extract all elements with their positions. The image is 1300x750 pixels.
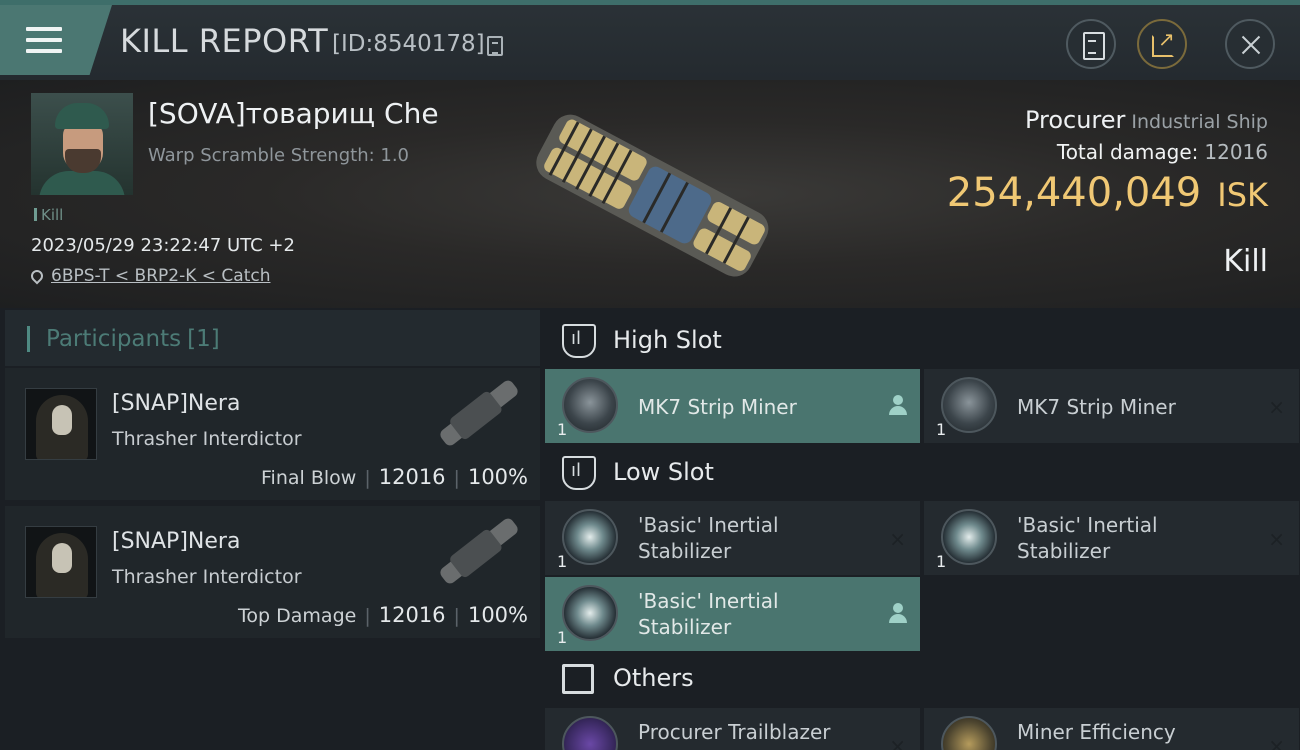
- participant-stats: Final Blow | 12016 | 100%: [261, 465, 528, 489]
- participant-ship-image: [440, 518, 518, 584]
- module-item[interactable]: 1 'Basic' Inertial Stabilizer ×: [545, 501, 920, 575]
- participant-row[interactable]: [SNAP]Nera Thrasher Interdictor Final Bl…: [5, 368, 540, 500]
- destroyed-icon: ×: [889, 734, 906, 750]
- module-quantity: 1: [557, 628, 568, 647]
- module-name: Procurer Trailblazer: [638, 720, 831, 744]
- participant-damage: 12016: [378, 465, 446, 489]
- victim-avatar[interactable]: [31, 93, 133, 195]
- others-label: Others: [613, 664, 694, 692]
- total-damage: Total damage: 12016: [1057, 140, 1268, 164]
- participants-header[interactable]: Participants [1]: [5, 310, 540, 366]
- destroyed-icon: ×: [1268, 734, 1285, 750]
- strip-miner-icon: [941, 377, 997, 433]
- inertial-stabilizer-icon: [562, 509, 618, 565]
- module-item[interactable]: 1 MK7 Strip Miner: [545, 369, 920, 443]
- destroyed-icon: ×: [889, 527, 906, 551]
- module-name: 'Basic' Inertial Stabilizer: [638, 513, 779, 563]
- high-slot-icon: [562, 324, 596, 358]
- participant-damage: 12016: [378, 603, 446, 627]
- participant-role: Top Damage: [238, 605, 357, 627]
- participant-ship-image: [440, 380, 518, 446]
- isk-amount: 254,440,049: [946, 170, 1202, 216]
- total-damage-label: Total damage:: [1056, 140, 1199, 164]
- participant-role: Final Blow: [261, 467, 357, 489]
- high-slot-header: High Slot: [548, 312, 1300, 374]
- kill-type: Kill: [1223, 244, 1268, 279]
- participant-avatar[interactable]: [25, 388, 97, 460]
- module-quantity: 1: [936, 552, 947, 571]
- ship-render-image: [536, 114, 769, 277]
- kill-location[interactable]: 6BPS-T < BRP2-K < Catch: [28, 266, 270, 286]
- module-item[interactable]: Miner Efficiency ×: [924, 708, 1299, 750]
- inertial-stabilizer-icon: [562, 585, 618, 641]
- high-slot-label: High Slot: [613, 326, 722, 354]
- others-header: Others: [548, 650, 1300, 712]
- destroyed-icon: ×: [1268, 395, 1285, 419]
- module-quantity: 1: [557, 420, 568, 439]
- module-name: MK7 Strip Miner: [1017, 395, 1176, 419]
- total-damage-value: 12016: [1204, 140, 1268, 164]
- share-button[interactable]: [1137, 19, 1187, 69]
- participant-row[interactable]: [SNAP]Nera Thrasher Interdictor Top Dama…: [5, 506, 540, 638]
- copy-icon[interactable]: [487, 36, 503, 56]
- kill-tag: Kill: [34, 206, 63, 224]
- top-accent-line: [0, 0, 1300, 5]
- location-pin-icon: [28, 267, 46, 285]
- ship-skin-icon: [562, 716, 618, 750]
- strip-miner-icon: [562, 377, 618, 433]
- module-name: MK7 Strip Miner: [638, 395, 797, 419]
- isk-unit: ISK: [1217, 176, 1268, 214]
- ship-name[interactable]: Procurer: [1025, 106, 1125, 134]
- participant-name: [SNAP]Nera: [112, 391, 241, 416]
- destroyed-icon: ×: [1268, 527, 1285, 551]
- menu-button[interactable]: [0, 5, 112, 75]
- page-title: KILL REPORT: [120, 22, 329, 60]
- module-name: 'Basic' Inertial Stabilizer: [1017, 513, 1158, 563]
- report-id: [ID:8540178]: [332, 31, 485, 57]
- participant-name: [SNAP]Nera: [112, 529, 241, 554]
- clipboard-button[interactable]: [1066, 19, 1116, 69]
- module-quantity: 1: [557, 552, 568, 571]
- hamburger-menu-icon: [26, 27, 62, 57]
- isk-value: 254,440,049 ISK: [947, 170, 1268, 216]
- module-item[interactable]: Procurer Trailblazer ×: [545, 708, 920, 750]
- location-link[interactable]: 6BPS-T < BRP2-K < Catch: [51, 266, 270, 286]
- low-slot-header: Low Slot: [548, 444, 1300, 506]
- ship-info[interactable]: Procurer Industrial Ship: [1025, 106, 1268, 134]
- module-quantity: 1: [936, 420, 947, 439]
- participant-percent: 100%: [467, 603, 528, 627]
- participants-label: Participants: [46, 326, 182, 352]
- top-bar: KILL REPORT [ID:8540178]: [0, 0, 1300, 80]
- module-name: Miner Efficiency: [1017, 720, 1176, 744]
- dropped-person-icon: [888, 603, 908, 625]
- participants-panel: Participants [1] [SNAP]Nera Thrasher Inte…: [5, 310, 540, 750]
- participant-ship: Thrasher Interdictor: [112, 428, 302, 450]
- participants-count: [1]: [187, 326, 220, 352]
- close-button[interactable]: [1225, 19, 1275, 69]
- low-slot-label: Low Slot: [613, 458, 714, 486]
- ship-class: Industrial Ship: [1131, 111, 1268, 133]
- inertial-stabilizer-icon: [941, 509, 997, 565]
- module-item[interactable]: 1 'Basic' Inertial Stabilizer ×: [924, 501, 1299, 575]
- dropped-person-icon: [888, 395, 908, 417]
- participant-percent: 100%: [467, 465, 528, 489]
- participant-avatar[interactable]: [25, 526, 97, 598]
- kill-datetime: 2023/05/29 23:22:47 UTC +2: [31, 235, 295, 256]
- module-item[interactable]: 1 MK7 Strip Miner ×: [924, 369, 1299, 443]
- module-name: 'Basic' Inertial Stabilizer: [638, 589, 779, 639]
- participant-ship: Thrasher Interdictor: [112, 566, 302, 588]
- module-item[interactable]: 1 'Basic' Inertial Stabilizer: [545, 577, 920, 651]
- cube-icon: [562, 664, 594, 694]
- rig-icon: [941, 716, 997, 750]
- warp-scramble-strength: Warp Scramble Strength: 1.0: [148, 145, 410, 166]
- participant-stats: Top Damage | 12016 | 100%: [238, 603, 528, 627]
- low-slot-icon: [562, 456, 596, 490]
- victim-name[interactable]: [SOVA]товарищ Che: [148, 97, 439, 130]
